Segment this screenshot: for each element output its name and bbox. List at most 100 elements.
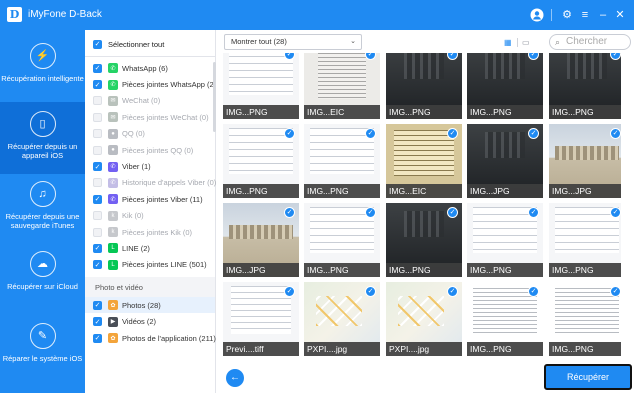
- category-item[interactable]: ● QQ (0): [85, 126, 215, 142]
- minimize-icon[interactable]: –: [596, 8, 610, 22]
- filter-dropdown[interactable]: Montrer tout (28) ⌄: [224, 34, 362, 50]
- category-label: Pièces jointes Kik (0): [122, 227, 193, 237]
- photos-icon: ✿: [108, 300, 118, 311]
- category-item[interactable]: k Pièces jointes Kik (0): [85, 224, 215, 240]
- photo-thumbnail[interactable]: ✓ IMG...EIC: [304, 53, 380, 119]
- photo-thumbnail[interactable]: ✓ IMG...PNG: [386, 53, 462, 119]
- recover-button[interactable]: Récupérer: [544, 364, 632, 390]
- photo-thumbnail[interactable]: ✓ IMG...PNG: [304, 124, 380, 198]
- grid-view-icon[interactable]: ▦: [504, 38, 512, 47]
- check-icon[interactable]: ✓: [365, 128, 376, 139]
- category-item[interactable]: ✉ WeChat (0): [85, 93, 215, 109]
- photo-thumbnail[interactable]: ✓ IMG...PNG: [223, 53, 299, 119]
- chevron-down-icon: ⌄: [350, 38, 356, 45]
- photo-thumbnail[interactable]: ✓ IMG...PNG: [467, 203, 543, 277]
- photo-thumbnail[interactable]: ✓ IMG...PNG: [549, 282, 621, 356]
- checkbox[interactable]: ✓: [93, 63, 102, 73]
- check-icon[interactable]: ✓: [284, 286, 295, 297]
- check-icon[interactable]: ✓: [365, 286, 376, 297]
- checkbox: [93, 96, 102, 106]
- category-panel: ✓ Sélectionner tout ✓ ✆ WhatsApp (6) ✓ ✆ Pièc…: [85, 30, 220, 393]
- photo-filename: IMG...PNG: [549, 263, 621, 277]
- photo-thumbnail[interactable]: ✓ IMG...PNG: [467, 53, 543, 119]
- user-icon[interactable]: [530, 8, 544, 22]
- photo-thumbnail[interactable]: ✓ PXPI....jpg: [304, 282, 380, 356]
- photo-thumbnail[interactable]: ✓ IMG...PNG: [223, 124, 299, 198]
- category-list: ✓ ✆ WhatsApp (6) ✓ ✆ Pièces jointes WhatsApp …: [85, 60, 220, 346]
- photo-thumbnail[interactable]: ✓ IMG...JPG: [223, 203, 299, 277]
- check-icon[interactable]: ✓: [447, 207, 458, 218]
- photo-thumbnail[interactable]: ✓ IMG...PNG: [304, 203, 380, 277]
- category-item[interactable]: ✉ Pièces jointes WeChat (0): [85, 109, 215, 125]
- back-button[interactable]: ←: [226, 369, 244, 387]
- sidebar-item-smart-recovery[interactable]: ⚡ Récupération intelligente: [0, 34, 85, 106]
- section-header-photo-video: Photo et vidéo: [85, 277, 215, 298]
- category-item[interactable]: ✓ ✆ WhatsApp (6): [85, 60, 215, 76]
- check-icon[interactable]: ✓: [528, 286, 539, 297]
- photo-thumbnail[interactable]: ✓ IMG...PNG: [549, 53, 621, 119]
- category-item[interactable]: ✓ ▶ Vidéos (2): [85, 313, 215, 329]
- check-icon[interactable]: ✓: [284, 207, 295, 218]
- photo-filename: IMG...PNG: [223, 105, 299, 119]
- list-view-icon[interactable]: ▭: [522, 38, 530, 47]
- checkbox[interactable]: ✓: [93, 194, 102, 204]
- check-icon[interactable]: ✓: [528, 207, 539, 218]
- photos-icon: ✿: [108, 333, 118, 344]
- photo-thumbnail[interactable]: ✓ IMG...JPG: [549, 124, 621, 198]
- category-item[interactable]: k Kik (0): [85, 208, 215, 224]
- close-icon[interactable]: ✕: [613, 8, 627, 22]
- category-item[interactable]: ✓ L LINE (2): [85, 240, 215, 256]
- category-label: Photos (28): [122, 300, 161, 310]
- category-item[interactable]: ✆ Historique d'appels Viber (0): [85, 175, 216, 191]
- sidebar-item-label: Récupération intelligente: [1, 74, 84, 83]
- checkbox[interactable]: ✓: [93, 333, 102, 343]
- photo-filename: IMG...PNG: [467, 342, 543, 356]
- sidebar-item-repair-ios[interactable]: ✎ Réparer le système iOS: [0, 314, 85, 386]
- check-icon[interactable]: ✓: [610, 286, 621, 297]
- check-icon[interactable]: ✓: [610, 207, 621, 218]
- checkbox[interactable]: ✓: [93, 162, 102, 172]
- photo-filename: IMG...PNG: [386, 263, 462, 277]
- check-icon[interactable]: ✓: [284, 128, 295, 139]
- photo-filename: PXPI....jpg: [386, 342, 462, 356]
- check-icon[interactable]: ✓: [528, 128, 539, 139]
- category-item[interactable]: ✓ ✆ Pièces jointes Viber (11): [85, 191, 215, 207]
- checkbox[interactable]: ✓: [93, 260, 102, 270]
- sidebar-item-itunes-backup[interactable]: ♫ Récupérer depuis une sauvegarde iTunes: [0, 172, 85, 244]
- photo-thumbnail[interactable]: ✓ IMG...JPG: [467, 124, 543, 198]
- checkbox[interactable]: ✓: [93, 80, 102, 90]
- category-item[interactable]: ✓ L Pièces jointes LINE (501): [85, 257, 215, 273]
- select-all[interactable]: ✓ Sélectionner tout: [93, 38, 164, 50]
- checkbox[interactable]: ✓: [93, 39, 102, 49]
- photo-filename: IMG...PNG: [549, 105, 621, 119]
- photo-thumbnail[interactable]: ✓ IMG...PNG: [386, 203, 462, 277]
- check-icon[interactable]: ✓: [447, 128, 458, 139]
- photo-filename: IMG...EIC: [304, 105, 380, 119]
- checkbox[interactable]: ✓: [93, 243, 102, 253]
- category-item[interactable]: ✓ ✆ Viber (1): [85, 158, 215, 174]
- photo-thumbnail[interactable]: ✓ IMG...PNG: [549, 203, 621, 277]
- menu-icon[interactable]: ≡: [578, 8, 592, 22]
- category-item[interactable]: ✓ ✆ Pièces jointes WhatsApp (25): [85, 76, 220, 92]
- search-icon: ⌕: [555, 37, 561, 47]
- photo-filename: IMG...EIC: [386, 184, 462, 198]
- sidebar-item-ios-device[interactable]: ▯ Récupérer depuis un appareil iOS: [0, 102, 85, 174]
- gear-icon[interactable]: ⚙: [560, 8, 574, 22]
- check-icon[interactable]: ✓: [365, 207, 376, 218]
- photo-thumbnail[interactable]: ✓ Previ....tiff: [223, 282, 299, 356]
- photo-filename: IMG...PNG: [304, 184, 380, 198]
- sidebar-item-label: Récupérer depuis un appareil iOS: [7, 142, 78, 160]
- check-icon[interactable]: ✓: [447, 286, 458, 297]
- checkbox[interactable]: ✓: [93, 300, 102, 310]
- category-item[interactable]: ✓ ✿ Photos de l'application (211): [85, 330, 216, 346]
- check-icon[interactable]: ✓: [610, 128, 621, 139]
- photo-thumbnail[interactable]: ✓ IMG...EIC: [386, 124, 462, 198]
- photo-thumbnail[interactable]: ✓ PXPI....jpg: [386, 282, 462, 356]
- category-item[interactable]: ● Pièces jointes QQ (0): [85, 142, 215, 158]
- photo-thumbnail[interactable]: ✓ IMG...PNG: [467, 282, 543, 356]
- checkbox[interactable]: ✓: [93, 317, 102, 327]
- category-item[interactable]: ✓ ✿ Photos (28): [85, 297, 215, 314]
- photo-filename: IMG...JPG: [467, 184, 543, 198]
- sidebar-item-icloud[interactable]: ☁ Récupérer sur iCloud: [0, 242, 85, 314]
- search-input[interactable]: ⌕ Chercher: [549, 34, 631, 50]
